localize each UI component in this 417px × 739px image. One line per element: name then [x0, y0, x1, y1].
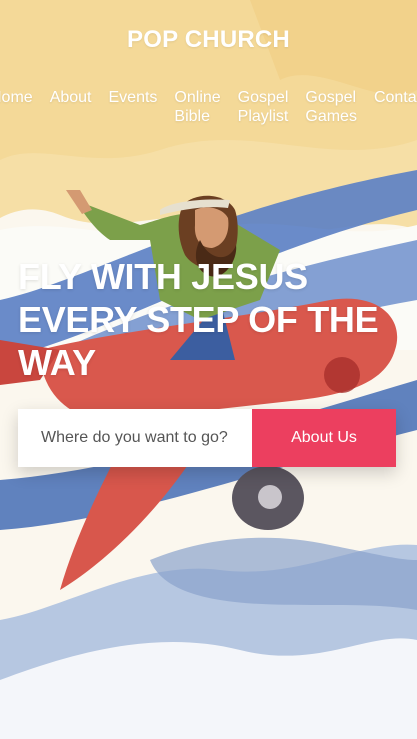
- hero-headline: FLY WITH JESUS EVERY STEP OF THE WAY: [18, 256, 379, 383]
- nav-item-gospel-games[interactable]: Gospel Games: [305, 88, 357, 126]
- search-form: About Us: [18, 409, 396, 467]
- nav-item-contact[interactable]: Contact: [374, 88, 417, 126]
- nav-item-home[interactable]: Home: [0, 88, 33, 126]
- main-nav: Home About Events Online Bible Gospel Pl…: [0, 88, 417, 126]
- nav-item-online-bible[interactable]: Online Bible: [174, 88, 220, 126]
- hero-section: POP CHURCH Home About Events Online Bibl…: [0, 0, 417, 739]
- site-brand[interactable]: POP CHURCH: [0, 26, 417, 54]
- nav-item-events[interactable]: Events: [109, 88, 158, 126]
- about-us-button[interactable]: About Us: [252, 409, 396, 467]
- search-input[interactable]: [18, 409, 252, 467]
- nav-item-about[interactable]: About: [50, 88, 92, 126]
- nav-item-gospel-playlist[interactable]: Gospel Playlist: [238, 88, 289, 126]
